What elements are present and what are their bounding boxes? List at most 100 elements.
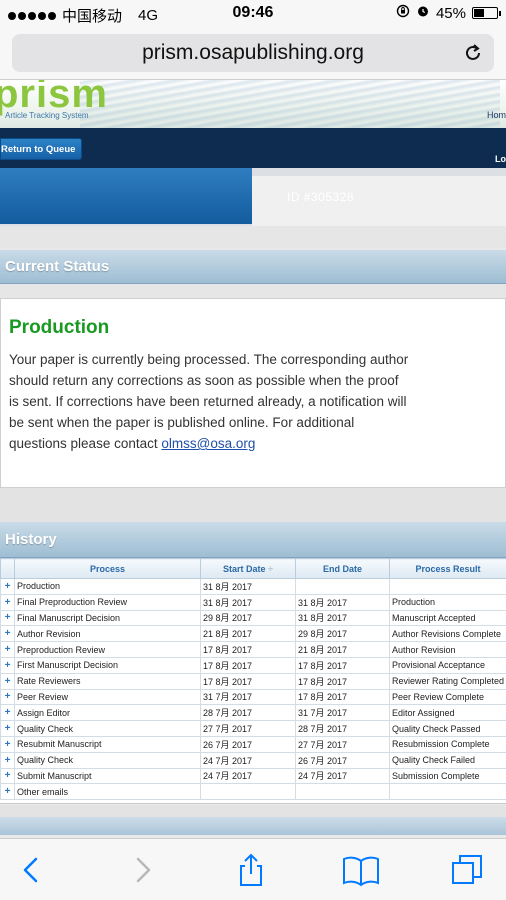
home-link[interactable]: Hom [487,110,506,120]
column-process[interactable]: Process [14,558,201,579]
column-process-result[interactable]: Process Result [389,558,506,579]
url-text: prism.osapublishing.org [142,41,364,64]
row-process-result: Production [389,593,506,611]
battery-fill [474,9,484,17]
row-end-date: 21 8月 2017 [295,641,390,658]
row-start-date: 21 8月 2017 [200,625,296,643]
sort-icon: ÷ [268,563,273,574]
status-title: Production [9,317,110,338]
tab-active[interactable] [0,168,252,224]
expand-icon[interactable]: + [0,751,15,769]
expand-icon[interactable]: + [0,609,15,627]
row-process: Resubmit Manuscript [14,735,201,753]
row-process: Final Preproduction Review [14,593,201,611]
row-end-date: 27 7月 2017 [295,735,390,753]
expand-icon[interactable]: + [0,641,15,658]
row-end-date [295,783,390,801]
history-heading: History [5,531,57,548]
row-start-date: 17 8月 2017 [200,641,296,658]
tabs-icon[interactable] [450,853,484,887]
history-row[interactable]: + Rate Reviewers 17 8月 2017 17 8月 2017 Revie… [0,672,506,690]
history-table-header: Process Start Date ÷ End Date Process Re… [0,558,506,579]
row-process: Other emails [14,783,201,801]
spacer [0,226,506,248]
row-start-date: 24 7月 2017 [200,767,296,785]
expand-icon[interactable]: + [0,656,15,674]
expand-icon[interactable]: + [0,672,15,690]
contact-email-link[interactable]: olmss@osa.org [161,436,255,451]
forward-icon[interactable] [126,853,160,887]
history-row[interactable]: + Final Preproduction Review 31 8月 2017 31 … [0,593,506,611]
row-end-date: 29 8月 2017 [295,625,390,643]
history-row[interactable]: + Other emails [0,783,506,801]
row-start-date: 24 7月 2017 [200,751,296,769]
expand-icon[interactable]: + [0,767,15,785]
row-process: First Manuscript Decision [14,656,201,674]
row-process-result: Author Revisions Complete [389,625,506,643]
history-row[interactable]: + Quality Check 24 7月 2017 26 7月 2017 Qualit… [0,751,506,769]
history-row[interactable]: + Peer Review 31 7月 2017 17 8月 2017 Peer Rev… [0,688,506,706]
column-start-date-label: Start Date [223,563,266,574]
manuscript-id: ID #305328 [287,190,355,204]
row-start-date: 17 8月 2017 [200,672,296,690]
alarm-icon [416,4,430,22]
row-start-date: 31 8月 2017 [200,578,296,595]
share-icon[interactable] [234,853,268,887]
history-row[interactable]: + Production 31 8月 2017 [0,578,506,595]
expand-icon[interactable]: + [0,704,15,722]
row-end-date: 17 8月 2017 [295,672,390,690]
expand-column-header [0,558,15,579]
row-process: Submit Manuscript [14,767,201,785]
row-start-date: 27 7月 2017 [200,720,296,737]
section-bar-partial [0,817,506,835]
url-field[interactable]: prism.osapublishing.org [12,34,494,72]
history-row[interactable]: + Final Manuscript Decision 29 8月 2017 31 8… [0,609,506,627]
history-row[interactable]: + Resubmit Manuscript 26 7月 2017 27 7月 2017… [0,735,506,753]
current-status-heading: Current Status [5,258,110,275]
back-icon[interactable] [14,853,48,887]
spacer [0,488,506,524]
bookmarks-icon[interactable] [342,853,379,887]
browser-address-bar: prism.osapublishing.org [0,28,506,80]
history-row[interactable]: + Quality Check 27 7月 2017 28 7月 2017 Qualit… [0,720,506,737]
tab-manuscript-id[interactable]: ID #305328 [252,176,506,226]
history-row[interactable]: + Assign Editor 28 7月 2017 31 7月 2017 Editor… [0,704,506,722]
manuscript-tabs: ID #305328 [0,168,506,226]
expand-icon[interactable]: + [0,593,15,611]
row-start-date: 26 7月 2017 [200,735,296,753]
return-to-queue-button[interactable]: Return to Queue [0,138,83,160]
nav-bar: Return to Queue Lo [0,128,506,168]
header-decoration [80,80,500,128]
row-process-result: Manuscript Accepted [389,609,506,627]
column-end-date[interactable]: End Date [295,558,390,579]
ios-status-bar: 中国移动 4G 09:46 45% [0,0,506,28]
row-process: Peer Review [14,688,201,706]
row-start-date [200,783,296,801]
expand-icon[interactable]: + [0,720,15,737]
expand-icon[interactable]: + [0,735,15,753]
expand-icon[interactable]: + [0,625,15,643]
row-end-date [295,578,390,595]
row-process-result: Submission Complete [389,767,506,785]
reload-icon[interactable] [462,42,484,64]
history-table-container: Process Start Date ÷ End Date Process Re… [0,558,506,804]
spacer [0,284,506,298]
row-end-date: 31 8月 2017 [295,609,390,627]
row-process: Assign Editor [14,704,201,722]
row-process: Production [14,578,201,595]
expand-icon[interactable]: + [0,783,15,801]
site-header: prism Article Tracking System Hom [0,80,506,128]
column-start-date[interactable]: Start Date ÷ [200,558,296,579]
expand-icon[interactable]: + [0,688,15,706]
row-process: Author Revision [14,625,201,643]
status-icons: 45% [396,4,501,22]
history-row[interactable]: + Submit Manuscript 24 7月 2017 24 7月 2017 Su… [0,767,506,785]
history-row[interactable]: + First Manuscript Decision 17 8月 2017 17 8… [0,656,506,674]
expand-icon[interactable]: + [0,578,15,595]
rotation-lock-icon [396,4,410,22]
logout-link[interactable]: Lo [495,154,506,164]
history-row[interactable]: + Preproduction Review 17 8月 2017 21 8月 201… [0,641,506,658]
row-process-result: Quality Check Failed [389,751,506,769]
history-row[interactable]: + Author Revision 21 8月 2017 29 8月 2017 Auth… [0,625,506,643]
row-process: Final Manuscript Decision [14,609,201,627]
